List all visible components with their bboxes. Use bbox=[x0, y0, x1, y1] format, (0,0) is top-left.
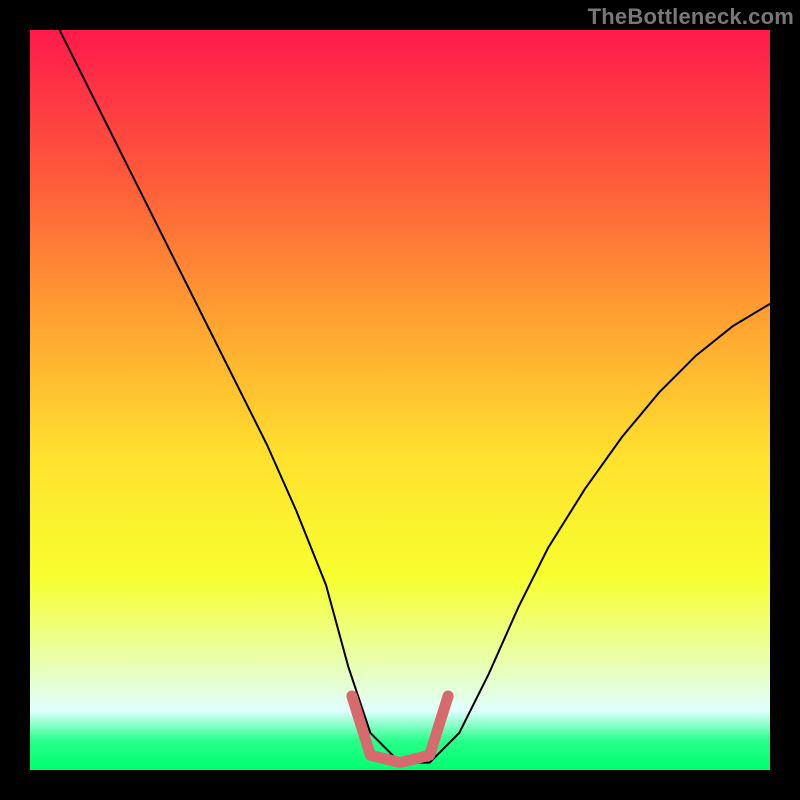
chart-svg bbox=[30, 30, 770, 770]
plot-area bbox=[30, 30, 770, 770]
gradient-background bbox=[30, 30, 770, 770]
chart-frame: TheBottleneck.com bbox=[0, 0, 800, 800]
watermark-label: TheBottleneck.com bbox=[588, 4, 794, 30]
